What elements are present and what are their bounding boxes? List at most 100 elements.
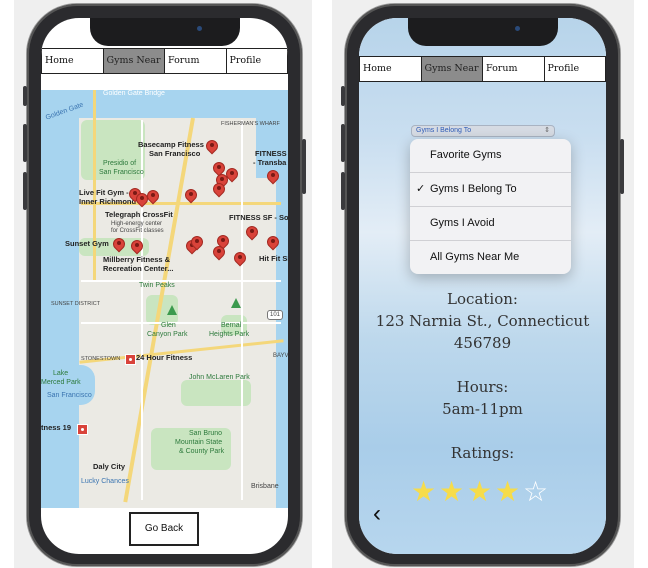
chevron-updown-icon: ⇕ [544, 127, 550, 134]
sky-background [359, 18, 606, 554]
silent-switch [341, 86, 345, 106]
notch [407, 18, 558, 46]
map-label: Telegraph CrossFit [105, 210, 173, 219]
map-label: Golden Gate Bridge [103, 90, 165, 97]
menu-item-favorite-gyms[interactable]: Favorite Gyms [410, 139, 571, 173]
map-label: Presidio of [103, 160, 137, 167]
map-label: Inner Richmond [79, 197, 137, 206]
map-label: Hit Fit SF [259, 254, 288, 263]
menu-item-label: Favorite Gyms [430, 149, 502, 161]
go-back-button[interactable]: Go Back [129, 512, 199, 546]
map-label: tness 19 [41, 423, 72, 432]
tab-home[interactable]: Home [360, 57, 422, 81]
highway-1 [93, 90, 96, 280]
gym-pin[interactable] [210, 180, 228, 199]
tab-gyms-near-me[interactable]: Gyms Near Me [421, 57, 483, 81]
gyms-map[interactable]: Golden Gate Bridge Golden Gate FISHERMAN… [41, 90, 288, 508]
map-label: San Francisco [47, 392, 92, 399]
map-label: Merced Park [41, 379, 81, 386]
star-filled-icon: ★ [467, 476, 493, 507]
map-label: Bernal [221, 322, 242, 329]
tab-home[interactable]: Home [42, 49, 104, 73]
notch [89, 18, 240, 46]
star-empty-icon: ☆ [523, 476, 549, 507]
gym-pin[interactable] [264, 233, 282, 252]
tab-forum[interactable]: Forum [483, 57, 545, 81]
map-label: SUNSET DISTRICT [51, 301, 101, 307]
camera-icon [514, 26, 520, 31]
menu-item-label: All Gyms Near Me [430, 251, 520, 263]
star-filled-icon: ★ [439, 476, 465, 507]
map-label: FISHERMAN'S WHARF [221, 121, 280, 127]
left-phone-screen: Home Gyms Near Me Forum Profile [41, 18, 288, 554]
camera-icon [196, 26, 202, 31]
park-tree-icon [167, 305, 177, 315]
map-label: - Transba [253, 158, 287, 167]
gym-pin[interactable] [182, 186, 200, 205]
tab-forum[interactable]: Forum [165, 49, 227, 73]
back-chevron-icon[interactable]: ‹ [373, 502, 381, 526]
street [81, 280, 281, 282]
volume-up-button [341, 124, 345, 162]
map-label: Lake [53, 370, 69, 377]
gym-pin[interactable] [243, 223, 261, 242]
map-label: Daly City [93, 462, 126, 471]
menu-item-gyms-i-belong-to[interactable]: ✓ Gyms I Belong To [410, 173, 571, 207]
ocean-water [41, 90, 79, 508]
gym-pin[interactable] [188, 233, 206, 252]
map-label: Live Fit Gym - [79, 188, 129, 197]
top-nav: Home Gyms Near Me Forum Profile [41, 48, 288, 74]
address-line-1: 123 Narnia St., Connecticut [375, 312, 590, 330]
map-label: Glen [161, 322, 176, 329]
power-button [302, 139, 306, 194]
top-nav: Home Gyms Near Me Forum Profile [359, 56, 606, 82]
address-line-2: 456789 [453, 334, 512, 352]
gym-filter-menu: Favorite Gyms ✓ Gyms I Belong To Gyms I A… [410, 139, 571, 274]
tab-profile[interactable]: Profile [227, 49, 288, 73]
hours-label: Hours: [456, 378, 509, 396]
right-phone-screen: Home Gyms Near Me Forum Profile Gyms I B… [359, 18, 606, 554]
ratings-label: Ratings: [450, 444, 515, 462]
tab-gyms-near-me[interactable]: Gyms Near Me [103, 49, 165, 73]
menu-item-gyms-i-avoid[interactable]: Gyms I Avoid [410, 207, 571, 241]
tab-profile[interactable]: Profile [545, 57, 606, 81]
gym-pin[interactable] [110, 235, 128, 254]
street [241, 120, 243, 500]
gym-pin[interactable] [210, 243, 228, 262]
gym-pin[interactable] [203, 137, 221, 156]
gym-marker-fitness-19[interactable] [77, 424, 88, 435]
volume-down-button [341, 172, 345, 210]
map-label: Twin Peaks [139, 282, 175, 289]
highway-101-shield: 101 [267, 310, 284, 320]
gym-pin[interactable] [128, 237, 146, 256]
map-label: BAYV [273, 353, 288, 359]
gym-pin[interactable] [231, 249, 249, 268]
map-label: Mountain State [175, 439, 223, 446]
map-label: Sunset Gym [65, 239, 109, 248]
map-label: San Francisco [149, 149, 201, 158]
checkmark-icon: ✓ [416, 183, 426, 195]
map-label: Canyon Park [147, 331, 188, 338]
map-label: Millberry Fitness & [103, 255, 171, 264]
gym-marker-24-hour-fitness[interactable] [125, 354, 136, 365]
gym-pin[interactable] [144, 187, 162, 206]
gym-filter-select[interactable]: Gyms I Belong To ⇕ [411, 125, 555, 137]
right-phone-frame: Home Gyms Near Me Forum Profile Gyms I B… [341, 4, 624, 566]
map-label: Basecamp Fitness [138, 140, 204, 149]
menu-item-all-gyms-near-me[interactable]: All Gyms Near Me [410, 241, 571, 274]
map-label: FITNESS [255, 149, 287, 158]
map-label: San Francisco [99, 169, 144, 176]
power-button [620, 139, 624, 194]
map-label: Heights Park [209, 331, 250, 338]
street [141, 120, 143, 500]
gym-pin[interactable] [264, 167, 282, 186]
bay-water-south [276, 178, 288, 508]
menu-item-label: Gyms I Belong To [430, 183, 517, 195]
map-label: & County Park [179, 448, 225, 455]
map-label: Brisbane [251, 483, 279, 490]
silent-switch [23, 86, 27, 106]
map-label: for CrossFit classes [111, 228, 164, 234]
star-filled-icon: ★ [495, 476, 521, 507]
park-tree-icon [231, 298, 241, 308]
map-label: STONESTOWN [81, 356, 121, 362]
